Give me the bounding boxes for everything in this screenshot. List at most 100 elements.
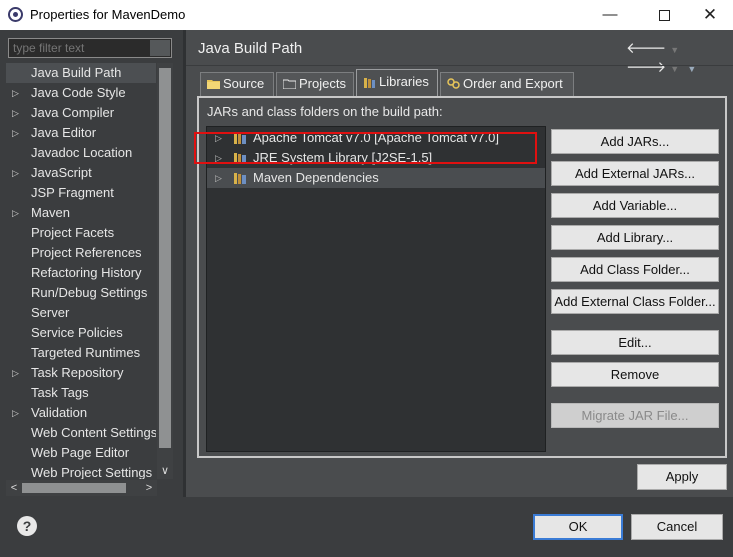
maven-dependencies-highlight	[194, 132, 537, 164]
dialog-button-bar: ? OK Cancel	[0, 497, 733, 557]
nav-horizontal-scrollbar[interactable]: < >	[6, 480, 157, 496]
apply-button[interactable]: Apply	[637, 464, 727, 490]
sidebar-item-label: Web Content Settings	[31, 425, 156, 440]
window-titlebar: Properties for MavenDemo — ✕	[0, 0, 733, 30]
order-export-icon	[447, 78, 460, 89]
sidebar-item[interactable]: Web Page Editor	[6, 443, 156, 463]
sidebar-item[interactable]: Server	[6, 303, 156, 323]
window-title: Properties for MavenDemo	[30, 7, 186, 22]
filter-input[interactable]	[8, 38, 172, 58]
libraries-tab-panel: JARs and class folders on the build path…	[194, 96, 727, 458]
cancel-button[interactable]: Cancel	[631, 514, 723, 540]
remove-button[interactable]: Remove	[551, 362, 719, 387]
maximize-button[interactable]	[641, 0, 687, 30]
source-folder-icon	[207, 80, 220, 89]
filter-clear-button[interactable]	[150, 40, 170, 56]
library-entry[interactable]: ▷ Maven Dependencies	[207, 168, 545, 188]
sidebar-item[interactable]: Service Policies	[6, 323, 156, 343]
tab-order-export[interactable]: Order and Export	[440, 72, 574, 96]
nav-vertical-scrollbar[interactable]: ∨	[157, 63, 173, 479]
add-external-jars-button[interactable]: Add External JARs...	[551, 161, 719, 186]
nav-hscroll-thumb[interactable]	[22, 483, 126, 493]
expand-arrow-icon[interactable]: ▷	[12, 83, 19, 103]
libraries-icon	[364, 78, 375, 88]
sidebar-item-label: Java Code Style	[31, 85, 126, 100]
sidebar-item-label: Java Build Path	[31, 65, 122, 80]
sidebar-item[interactable]: ▷ Task Repository	[6, 363, 156, 383]
sidebar-item-label: Web Project Settings	[31, 465, 153, 479]
add-variable-button[interactable]: Add Variable...	[551, 193, 719, 218]
sidebar-item[interactable]: ▷ Java Compiler	[6, 103, 156, 123]
scroll-down-icon[interactable]: ∨	[157, 463, 173, 479]
sidebar-item-label: Java Editor	[31, 125, 97, 140]
sidebar-item[interactable]: Run/Debug Settings	[6, 283, 156, 303]
sidebar-item[interactable]: Project References	[6, 243, 156, 263]
add-library-button[interactable]: Add Library...	[551, 225, 719, 250]
add-jars-button[interactable]: Add JARs...	[551, 129, 719, 154]
sidebar-item[interactable]: JSP Fragment	[6, 183, 156, 203]
tab-libraries[interactable]: Libraries	[356, 69, 438, 96]
help-icon[interactable]: ?	[17, 516, 37, 536]
sidebar-item[interactable]: ▷ Maven	[6, 203, 156, 223]
expand-arrow-icon[interactable]: ▷	[12, 103, 19, 123]
scroll-right-icon[interactable]: >	[141, 480, 157, 496]
sidebar-item[interactable]: ▷ Java Editor	[6, 123, 156, 143]
sidebar-item[interactable]: ▷ Java Code Style	[6, 83, 156, 103]
sidebar-item[interactable]: Web Content Settings	[6, 423, 156, 443]
sidebar-item-label: JSP Fragment	[31, 185, 114, 200]
sidebar-item-label: Task Repository	[31, 365, 124, 380]
edit-button[interactable]: Edit...	[551, 330, 719, 355]
properties-tree: Java Build Path ▷ Java Code Style ▷ Java Com…	[6, 63, 156, 479]
expand-arrow-icon[interactable]: ▷	[12, 363, 19, 383]
projects-folder-icon	[283, 79, 296, 89]
sidebar-item[interactable]: Refactoring History	[6, 263, 156, 283]
expand-arrow-icon[interactable]: ▷	[12, 203, 19, 223]
sidebar-item-label: Validation	[31, 405, 88, 420]
sidebar-item-label: Project References	[31, 245, 142, 260]
sidebar-item[interactable]: Task Tags	[6, 383, 156, 403]
expand-arrow-icon[interactable]: ▷	[12, 163, 19, 183]
sidebar-item[interactable]: ▷ JavaScript	[6, 163, 156, 183]
sidebar-item-label: Targeted Runtimes	[31, 345, 141, 360]
sidebar-item[interactable]: ▷ Validation	[6, 403, 156, 423]
forward-arrow-icon[interactable]: 🡒	[626, 59, 666, 76]
sidebar-item[interactable]: Targeted Runtimes	[6, 343, 156, 363]
history-nav: 🡐 ▼ 🡒 ▼ ▼	[626, 38, 733, 76]
sidebar-item-label: Web Page Editor	[31, 445, 130, 460]
close-button[interactable]: ✕	[687, 0, 733, 30]
expand-arrow-icon[interactable]: ▷	[12, 123, 19, 143]
tab-label: Libraries	[379, 74, 429, 89]
scroll-left-icon[interactable]: <	[6, 480, 22, 496]
sidebar-item[interactable]: Web Project Settings	[6, 463, 156, 479]
sidebar-item[interactable]: Project Facets	[6, 223, 156, 243]
expand-arrow-icon[interactable]: ▷	[12, 403, 19, 423]
add-external-class-folder-button[interactable]: Add External Class Folder...	[551, 289, 719, 314]
sidebar-item-label: Java Compiler	[31, 105, 115, 120]
maximize-icon	[658, 9, 670, 21]
sidebar-item-label: Refactoring History	[31, 265, 142, 280]
add-class-folder-button[interactable]: Add Class Folder...	[551, 257, 719, 282]
nav-vscroll-thumb[interactable]	[159, 68, 171, 448]
minimize-button[interactable]: —	[587, 0, 633, 30]
sidebar-item-label: JavaScript	[31, 165, 92, 180]
properties-nav-pane: Java Build Path ▷ Java Code Style ▷ Java Com…	[0, 30, 183, 497]
sidebar-item-label: Server	[31, 305, 70, 320]
back-dropdown-icon[interactable]: ▼	[670, 45, 679, 55]
tab-source[interactable]: Source	[200, 72, 274, 96]
title-separator	[186, 65, 733, 66]
sidebar-item-label: Run/Debug Settings	[31, 285, 148, 300]
ok-button[interactable]: OK	[533, 514, 623, 540]
sidebar-item-label: Maven	[31, 205, 71, 220]
sidebar-item-label: Task Tags	[31, 385, 89, 400]
sidebar-item[interactable]: Javadoc Location	[6, 143, 156, 163]
tab-projects[interactable]: Projects	[276, 72, 354, 96]
sidebar-item[interactable]: Java Build Path	[6, 63, 156, 83]
libraries-list[interactable]: ▷ Apache Tomcat v7.0 [Apache Tomcat v7.0]…	[206, 126, 546, 452]
sidebar-item-label: Service Policies	[31, 325, 123, 340]
expand-arrow-icon[interactable]: ▷	[215, 168, 222, 188]
sidebar-item-label: Javadoc Location	[31, 145, 133, 160]
libraries-caption: JARs and class folders on the build path…	[207, 104, 443, 119]
tab-label: Projects	[299, 76, 346, 91]
migrate-jar-button: Migrate JAR File...	[551, 403, 719, 428]
back-arrow-icon[interactable]: 🡐	[626, 40, 666, 57]
